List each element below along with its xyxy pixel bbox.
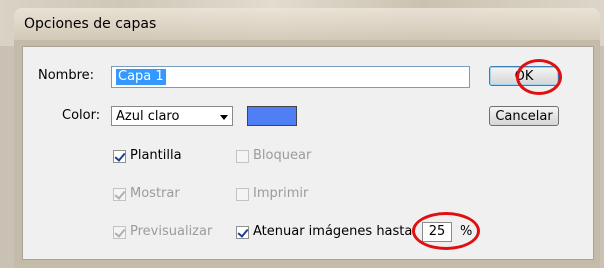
color-select[interactable]: Azul claro xyxy=(111,106,233,126)
plantilla-label: Plantilla xyxy=(130,148,182,163)
checkmark-icon xyxy=(237,226,249,238)
atenuar-label: Atenuar imágenes hasta: xyxy=(253,224,417,239)
mostrar-checkbox[interactable] xyxy=(113,188,126,201)
bloquear-label: Bloquear xyxy=(253,148,312,163)
name-label: Nombre: xyxy=(38,68,95,83)
plantilla-checkbox[interactable] xyxy=(113,150,126,163)
atenuar-checkbox[interactable] xyxy=(236,226,249,239)
previsualizar-label: Previsualizar xyxy=(130,224,213,239)
imprimir-label: Imprimir xyxy=(253,186,309,201)
name-field-value: Capa 1 xyxy=(116,69,166,85)
chevron-down-icon xyxy=(220,115,228,120)
imprimir-checkbox[interactable] xyxy=(236,188,249,201)
checkmark-icon xyxy=(114,188,126,200)
dialog-title: Opciones de capas xyxy=(24,16,157,32)
checkmark-icon xyxy=(114,226,126,238)
color-swatch[interactable] xyxy=(247,106,297,126)
checkmark-icon xyxy=(114,150,126,162)
ok-highlight-ring xyxy=(516,59,562,95)
mostrar-label: Mostrar xyxy=(130,186,180,201)
bloquear-checkbox[interactable] xyxy=(236,150,249,163)
cancel-button[interactable]: Cancelar xyxy=(489,106,559,126)
dim-highlight-ring xyxy=(412,212,480,250)
color-select-value: Azul claro xyxy=(116,109,180,124)
name-field[interactable]: Capa 1 xyxy=(111,66,470,88)
color-label: Color: xyxy=(62,108,101,123)
previsualizar-checkbox[interactable] xyxy=(113,226,126,239)
